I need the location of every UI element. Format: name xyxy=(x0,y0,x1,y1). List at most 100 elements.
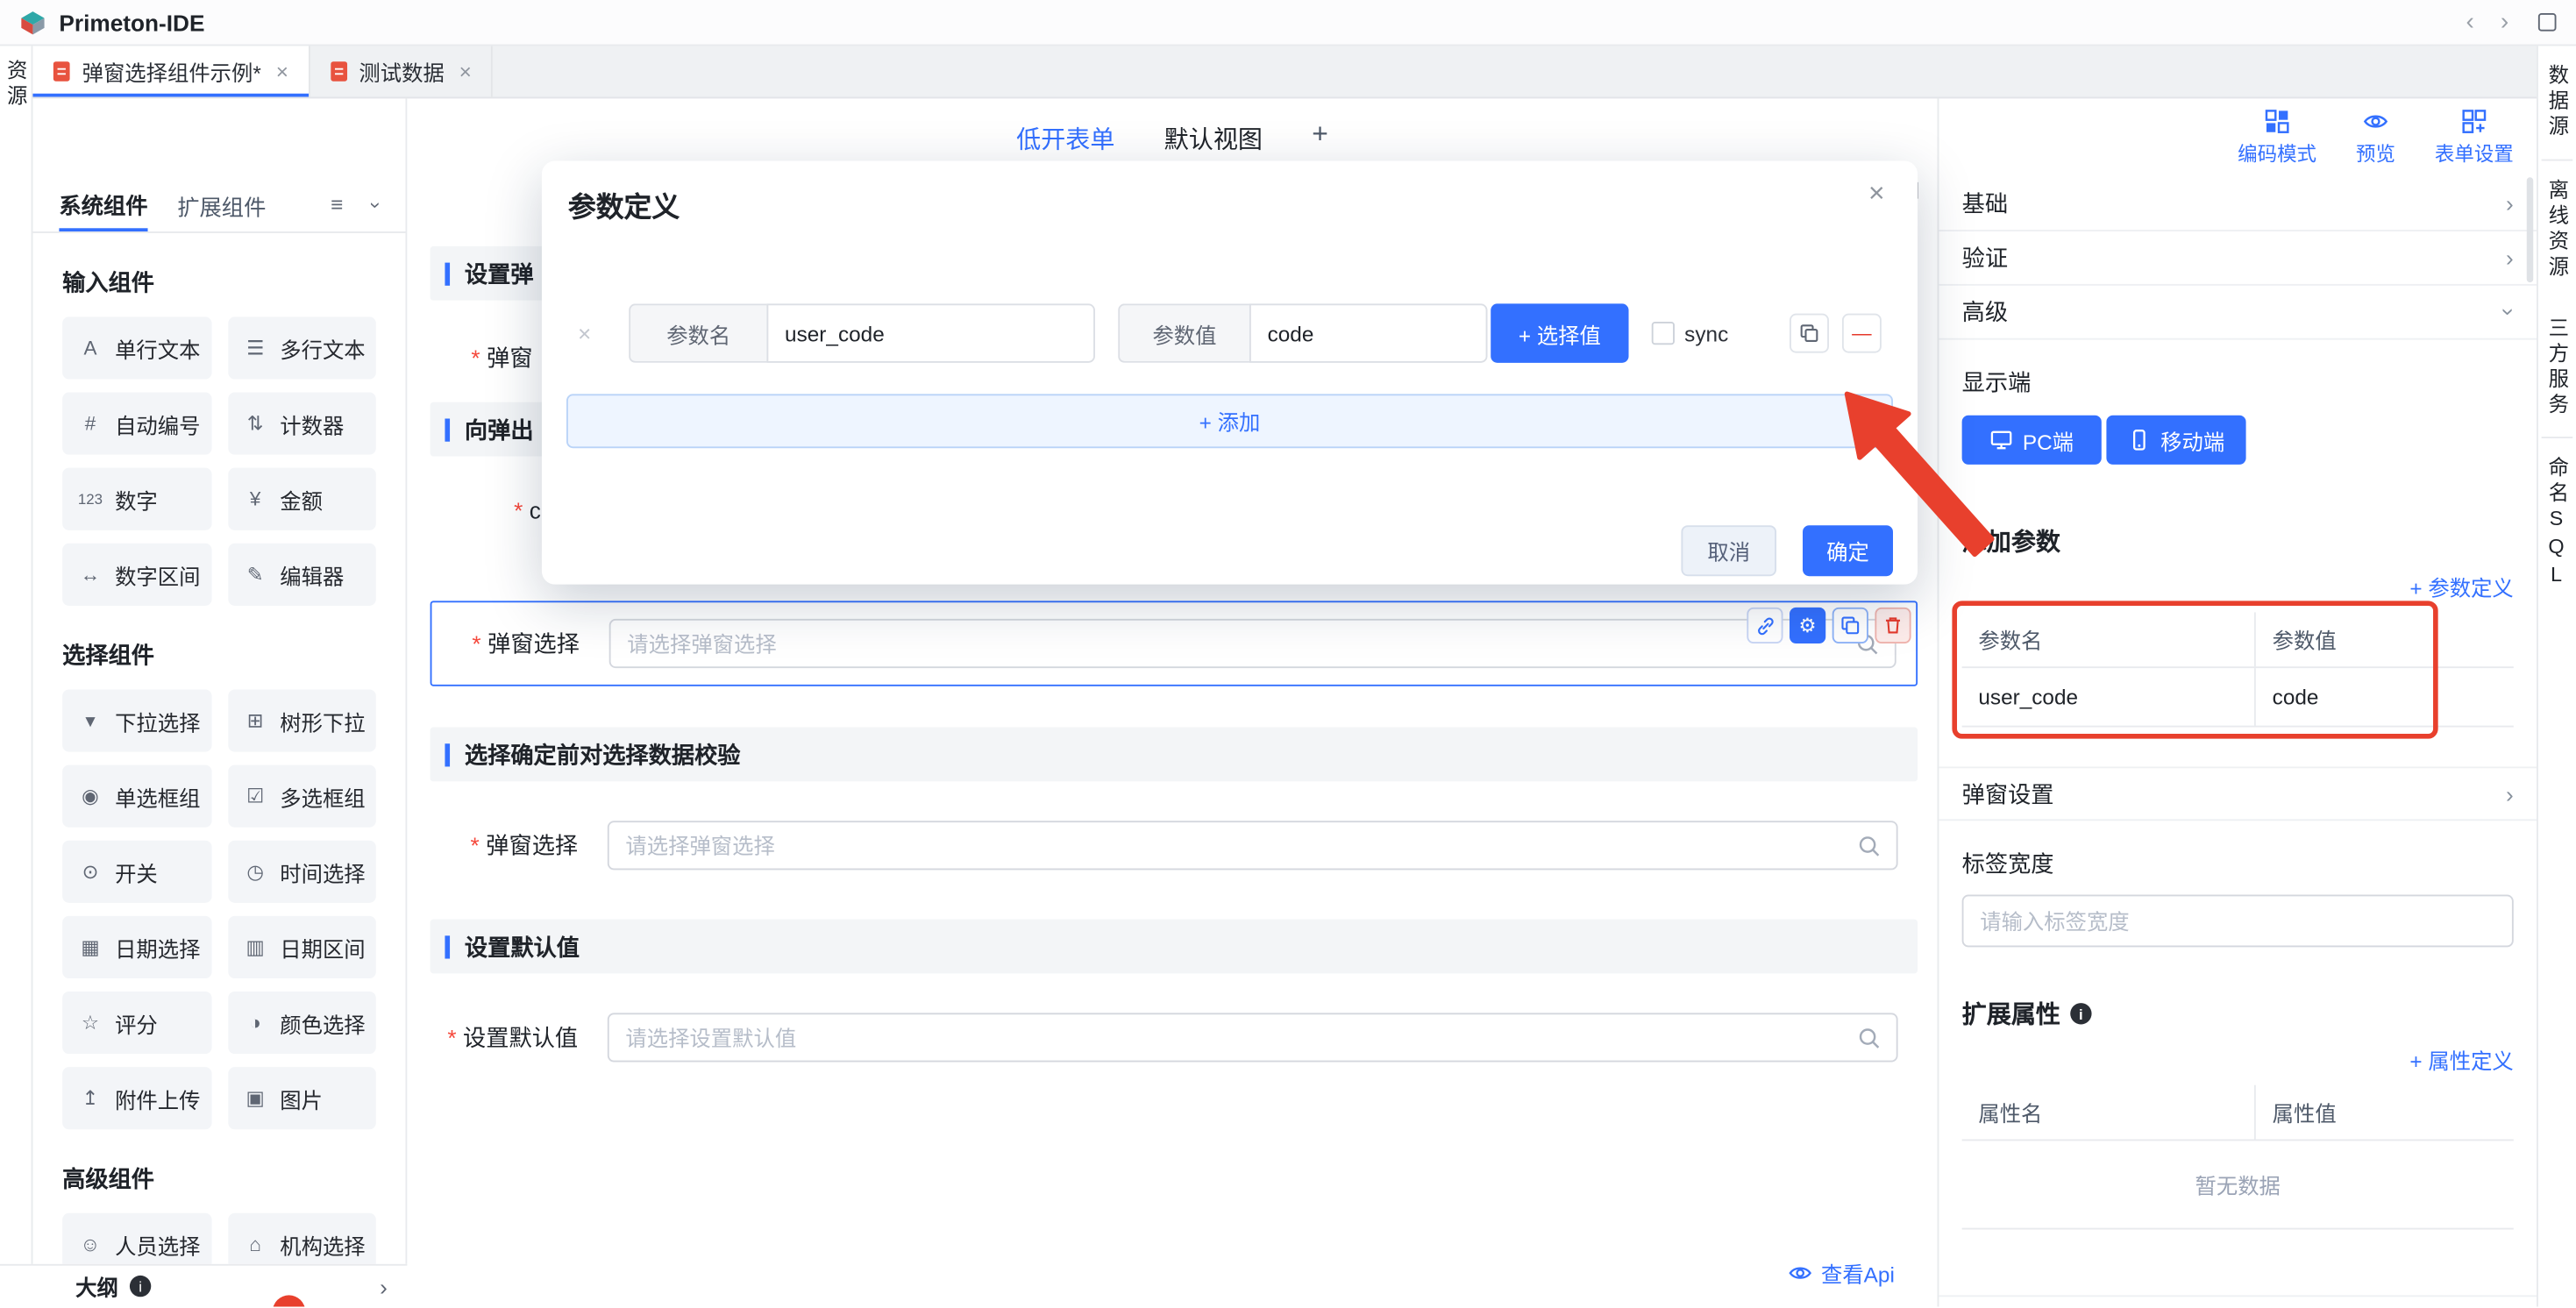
radio-group-icon: ◉ xyxy=(77,785,103,807)
palette-item[interactable]: ☆评分 xyxy=(62,992,210,1054)
palette-item[interactable]: ◉单选框组 xyxy=(62,765,210,828)
palette-item[interactable]: ☑多选框组 xyxy=(227,765,375,828)
field-row[interactable]: *设置默认值 xyxy=(431,999,1918,1075)
palette-item[interactable]: A单行文本 xyxy=(62,316,210,379)
pick-value-button[interactable]: + 选择值 xyxy=(1491,303,1628,362)
gear-icon[interactable]: ⚙ xyxy=(1790,608,1825,643)
popup-select-input[interactable] xyxy=(609,619,1896,668)
tab-system-components[interactable]: 系统组件 xyxy=(59,177,147,231)
add-param-button[interactable]: + 添加 xyxy=(566,394,1893,448)
palette-item[interactable]: ⊙开关 xyxy=(62,841,210,903)
toolbar-label: 编码模式 xyxy=(2238,139,2316,167)
code-mode-button[interactable]: 编码模式 xyxy=(2238,109,2316,167)
section-popup-settings[interactable]: 弹窗设置 › xyxy=(1939,766,2537,821)
palette-item[interactable]: ⇅计数器 xyxy=(227,393,375,455)
palette-item[interactable]: ▥日期区间 xyxy=(227,916,375,978)
add-view-button[interactable]: + xyxy=(1312,122,1328,146)
section-style[interactable]: 样式 › xyxy=(1939,1295,2537,1306)
view-api-link[interactable]: 查看Api xyxy=(1789,1257,1895,1289)
palette-item[interactable]: ◑颜色选择 xyxy=(227,992,375,1054)
link-icon[interactable] xyxy=(1747,608,1783,643)
popup-select-input[interactable] xyxy=(608,821,1898,870)
remove-param-icon[interactable]: — xyxy=(1842,314,1882,353)
resources-strip[interactable]: 资源 xyxy=(0,46,32,1306)
palette-item[interactable]: ✎编辑器 xyxy=(227,544,375,606)
editor-tab-test-data[interactable]: 测试数据 × xyxy=(310,46,493,96)
cancel-button[interactable]: 取消 xyxy=(1681,525,1776,576)
outline-bar[interactable]: 大纲 i › xyxy=(0,1264,407,1307)
palette-item[interactable]: 123数字 xyxy=(62,468,210,530)
tab-default-view[interactable]: 默认视图 xyxy=(1164,122,1263,165)
palette-grid: ▾下拉选择 ⊞树形下拉 ◉单选框组 ☑多选框组 ⊙开关 ◷时间选择 ▦日期选择 … xyxy=(62,689,376,1129)
popup-select-field[interactable] xyxy=(611,621,1895,666)
palette-item[interactable]: ▣图片 xyxy=(227,1067,375,1129)
chevron-right-icon[interactable]: › xyxy=(380,1273,407,1299)
strip-item-offline-resource[interactable]: 离线资源 xyxy=(2542,160,2573,298)
label-width-input[interactable] xyxy=(1962,895,2514,948)
palette-item[interactable]: ◷时间选择 xyxy=(227,841,375,903)
document-icon xyxy=(53,60,71,82)
remove-row-icon[interactable]: × xyxy=(572,320,598,346)
editor-tab-popup-example[interactable]: 弹窗选择组件示例* × xyxy=(32,46,310,96)
param-name-input[interactable] xyxy=(766,303,1095,362)
strip-item-named-sql[interactable]: 命名SQL xyxy=(2542,437,2573,608)
palette-item-label: 数字区间 xyxy=(115,559,200,591)
strip-item-datasource[interactable]: 数据源 xyxy=(2542,46,2573,160)
strip-item-third-party[interactable]: 三方服务 xyxy=(2542,298,2573,437)
palette-item[interactable]: ¥金额 xyxy=(227,468,375,530)
param-definition-dialog: 参数定义 × × 参数名 参数值 + 选择值 sync — + 添加 取消 确定 xyxy=(542,161,1918,585)
scrollbar-thumb[interactable] xyxy=(2527,177,2533,282)
section-validation[interactable]: 验证 › xyxy=(1939,231,2537,286)
pc-target-button[interactable]: PC端 xyxy=(1962,416,2102,465)
palette-item-label: 编辑器 xyxy=(280,559,344,591)
palette-item[interactable]: #自动编号 xyxy=(62,393,210,455)
nav-forward-icon[interactable]: › xyxy=(2494,10,2515,34)
section-accent-bar xyxy=(445,418,450,441)
palette-item[interactable]: ↥附件上传 xyxy=(62,1067,210,1129)
field-row[interactable]: *弹窗选择 xyxy=(431,807,1918,883)
palette-item[interactable]: ▾下拉选择 xyxy=(62,689,210,751)
right-panel-strip: 数据源 离线资源 三方服务 命名SQL xyxy=(2537,46,2576,1306)
palette-tabs: 系统组件 扩展组件 ≡ › xyxy=(32,177,405,233)
palette-scroll[interactable]: 输入组件 A单行文本 ☰多行文本 #自动编号 ⇅计数器 123数字 ¥金额 ↔数… xyxy=(32,233,405,1264)
close-icon[interactable]: × xyxy=(1868,177,1885,210)
table-row[interactable]: user_code code xyxy=(1962,668,2514,727)
palette-item[interactable]: ⊞树形下拉 xyxy=(227,689,375,751)
close-icon[interactable]: × xyxy=(276,59,288,83)
trash-icon[interactable] xyxy=(1875,608,1911,643)
palette-item[interactable]: ☰多行文本 xyxy=(227,316,375,379)
assistant-badge[interactable] xyxy=(273,1295,305,1306)
selected-field-row[interactable]: ⚙ *弹窗选择 xyxy=(431,601,1918,686)
prop-define-link[interactable]: + 属性定义 xyxy=(1962,1044,2514,1076)
copy-icon[interactable] xyxy=(1832,608,1868,643)
palette-item[interactable]: ▦日期选择 xyxy=(62,916,210,978)
menu-icon[interactable]: ≡ xyxy=(331,192,343,217)
chevron-down-icon: › xyxy=(2496,308,2523,316)
section-label: 高级 xyxy=(1962,295,2008,328)
section-header[interactable]: 设置默认值 xyxy=(431,920,1918,974)
section-label: 验证 xyxy=(1962,241,2008,274)
tab-extended-components[interactable]: 扩展组件 xyxy=(177,177,266,231)
param-define-link[interactable]: + 参数定义 xyxy=(1962,572,2514,603)
section-header[interactable]: 选择确定前对选择数据校验 xyxy=(431,728,1918,782)
default-value-field[interactable] xyxy=(609,1014,1896,1060)
ok-button[interactable]: 确定 xyxy=(1803,525,1893,576)
nav-back-icon[interactable]: ‹ xyxy=(2459,10,2480,34)
chevron-down-icon[interactable]: › xyxy=(365,201,388,207)
mobile-target-button[interactable]: 移动端 xyxy=(2106,416,2245,465)
default-value-input[interactable] xyxy=(608,1013,1898,1062)
palette-item[interactable]: ⌂机构选择 xyxy=(227,1213,375,1264)
copy-icon[interactable] xyxy=(1790,314,1829,353)
close-icon[interactable]: × xyxy=(459,59,472,83)
param-value-input[interactable] xyxy=(1249,303,1488,362)
palette-item[interactable]: ↔数字区间 xyxy=(62,544,210,606)
section-advanced[interactable]: 高级 › xyxy=(1939,286,2537,340)
section-basic[interactable]: 基础 › xyxy=(1939,177,2537,231)
palette-item[interactable]: ☺人员选择 xyxy=(62,1213,210,1264)
topbar: Primeton-IDE ‹ › xyxy=(0,0,2576,46)
window-layout-icon[interactable] xyxy=(2538,13,2557,32)
preview-button[interactable]: 预览 xyxy=(2356,109,2395,167)
popup-select-field[interactable] xyxy=(609,822,1896,868)
form-settings-button[interactable]: 表单设置 xyxy=(2435,109,2514,167)
sync-checkbox[interactable] xyxy=(1652,322,1675,345)
